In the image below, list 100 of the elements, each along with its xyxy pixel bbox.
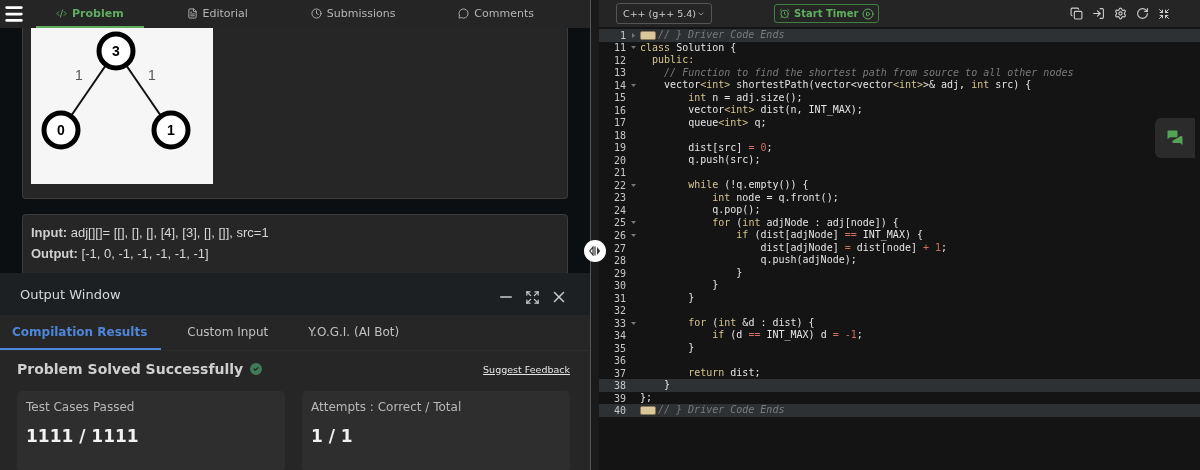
code-line: public: xyxy=(651,54,695,67)
code-line: } xyxy=(687,341,695,355)
line-number: 20 xyxy=(612,154,626,166)
sign-in-icon[interactable] xyxy=(1092,7,1105,20)
line-number: 12 xyxy=(612,54,626,66)
fold-arrow-icon[interactable] xyxy=(630,320,636,326)
line-number: 19 xyxy=(612,142,626,154)
start-timer-button[interactable]: Start Timer xyxy=(774,4,880,23)
line-number: 27 xyxy=(612,242,626,254)
code-line: for (int adjNode : adj[node]) { xyxy=(711,216,899,230)
code-line: q.push(src); xyxy=(687,154,761,167)
nav-tab[interactable]: Editorial xyxy=(166,0,268,28)
code-line: } xyxy=(735,266,743,280)
play-icon xyxy=(862,7,875,20)
line-number: 18 xyxy=(612,129,626,141)
code-line: while (!q.empty()) { xyxy=(687,179,809,192)
stat-label: Attempts : Correct / Total xyxy=(311,400,463,414)
code-line: dist[adjNode] = dist[node] + 1; xyxy=(759,241,948,255)
fold-arrow-icon[interactable] xyxy=(630,182,636,188)
refresh-icon[interactable] xyxy=(1136,7,1149,20)
settings-icon[interactable] xyxy=(1114,7,1127,20)
output-tab[interactable]: Compilation Results xyxy=(0,315,162,350)
fold-arrow-icon[interactable] xyxy=(630,220,636,226)
graph-edge xyxy=(125,64,162,117)
code-line: queue<int> q; xyxy=(687,116,767,130)
line-number: 31 xyxy=(612,292,626,304)
edge-weight: 1 xyxy=(75,67,83,83)
expand-icon[interactable] xyxy=(525,289,540,305)
nav-tab[interactable]: Comments xyxy=(438,0,554,28)
graph-node: 1 xyxy=(151,110,191,150)
line-number: 40 xyxy=(612,405,626,417)
resize-arrows-icon xyxy=(589,246,601,256)
line-number: 26 xyxy=(612,230,626,241)
tab-label: Submissions xyxy=(326,6,396,20)
nav-tab[interactable]: Submissions xyxy=(290,0,416,28)
line-number: 32 xyxy=(612,305,626,317)
code-line: }; xyxy=(640,391,653,405)
line-number: 14 xyxy=(612,79,626,91)
code-line: dist[src] = 0; xyxy=(687,141,773,155)
code-line: } xyxy=(663,379,671,392)
code-line: q.push(adjNode); xyxy=(759,254,857,267)
line-number: 25 xyxy=(612,217,626,229)
line-number: 33 xyxy=(612,317,626,329)
line-number: 28 xyxy=(612,255,626,267)
code-line: for (int &d : dist) { xyxy=(687,316,815,330)
graph-edge xyxy=(70,64,107,117)
line-number: 17 xyxy=(612,117,626,129)
fold-arrow-icon[interactable] xyxy=(630,32,636,38)
document-icon xyxy=(186,7,198,19)
fold-arrow-icon[interactable] xyxy=(630,45,636,51)
feedback-link[interactable]: Suggest Feedback xyxy=(483,363,570,375)
fold-arrow-icon[interactable] xyxy=(630,82,636,88)
line-number: 11 xyxy=(612,42,626,54)
line-number: 13 xyxy=(612,67,626,79)
code-line: // } Driver Code Ends xyxy=(658,404,785,417)
line-number: 24 xyxy=(612,204,626,216)
stat-value: 1111 / 1111 xyxy=(26,426,140,446)
code-line: vector<int> shortestPath(vector<vector<int>>& adj, int src) { xyxy=(663,79,1032,92)
collapse-icon[interactable] xyxy=(1158,7,1170,20)
graph-node: 0 xyxy=(41,110,81,150)
menu-icon[interactable] xyxy=(3,3,25,25)
code-line: vector<int> dist(n, INT_MAX); xyxy=(687,104,863,117)
copy-icon[interactable] xyxy=(1070,7,1083,20)
code-line: // } Driver Code Ends xyxy=(658,29,785,42)
example-text: Output: [-1, 0, -1, -1, -1, -1, -1] xyxy=(31,246,210,261)
line-number: 15 xyxy=(612,92,626,104)
code-line: if (d == INT_MAX) d = -1; xyxy=(711,329,863,342)
edge-weight: 1 xyxy=(148,67,156,83)
language-select[interactable]: C++ (g++ 5.4) xyxy=(616,3,713,24)
code-line: } xyxy=(711,279,719,292)
graph-node: 3 xyxy=(96,31,136,71)
code-line: return dist; xyxy=(687,366,761,380)
chat-bubble-icon xyxy=(458,7,470,19)
tab-label: Comments xyxy=(474,6,534,20)
tab-label: Problem xyxy=(72,6,124,20)
folded-code-icon[interactable] xyxy=(640,406,656,416)
line-number: 36 xyxy=(612,355,626,367)
stat-label: Test Cases Passed xyxy=(26,400,136,414)
output-tab[interactable]: Custom Input xyxy=(175,315,283,350)
code-line: } xyxy=(687,291,695,305)
line-number: 16 xyxy=(612,104,626,116)
alarm-clock-icon xyxy=(779,8,791,19)
tab-label: Editorial xyxy=(202,6,248,20)
line-number: 37 xyxy=(612,367,626,379)
code-line: class Solution { xyxy=(640,41,737,54)
fold-arrow-icon[interactable] xyxy=(630,233,636,238)
window-title: Output Window xyxy=(20,286,122,302)
example-text: Input: adj[][]= [[], [], [], [4], [3], [], []], src=1 xyxy=(31,225,270,240)
line-number: 1 xyxy=(618,29,626,41)
line-number: 38 xyxy=(612,380,626,392)
line-number: 39 xyxy=(612,392,626,404)
chat-button[interactable] xyxy=(1155,118,1195,158)
folded-code-icon[interactable] xyxy=(640,30,656,40)
code-icon xyxy=(56,7,67,19)
line-number: 29 xyxy=(612,267,626,279)
line-number: 34 xyxy=(612,330,626,342)
line-number: 35 xyxy=(612,342,626,354)
clock-icon xyxy=(310,7,322,19)
output-tab[interactable]: Y.O.G.I. (AI Bot) xyxy=(296,315,414,350)
stat-value: 1 / 1 xyxy=(311,426,354,446)
